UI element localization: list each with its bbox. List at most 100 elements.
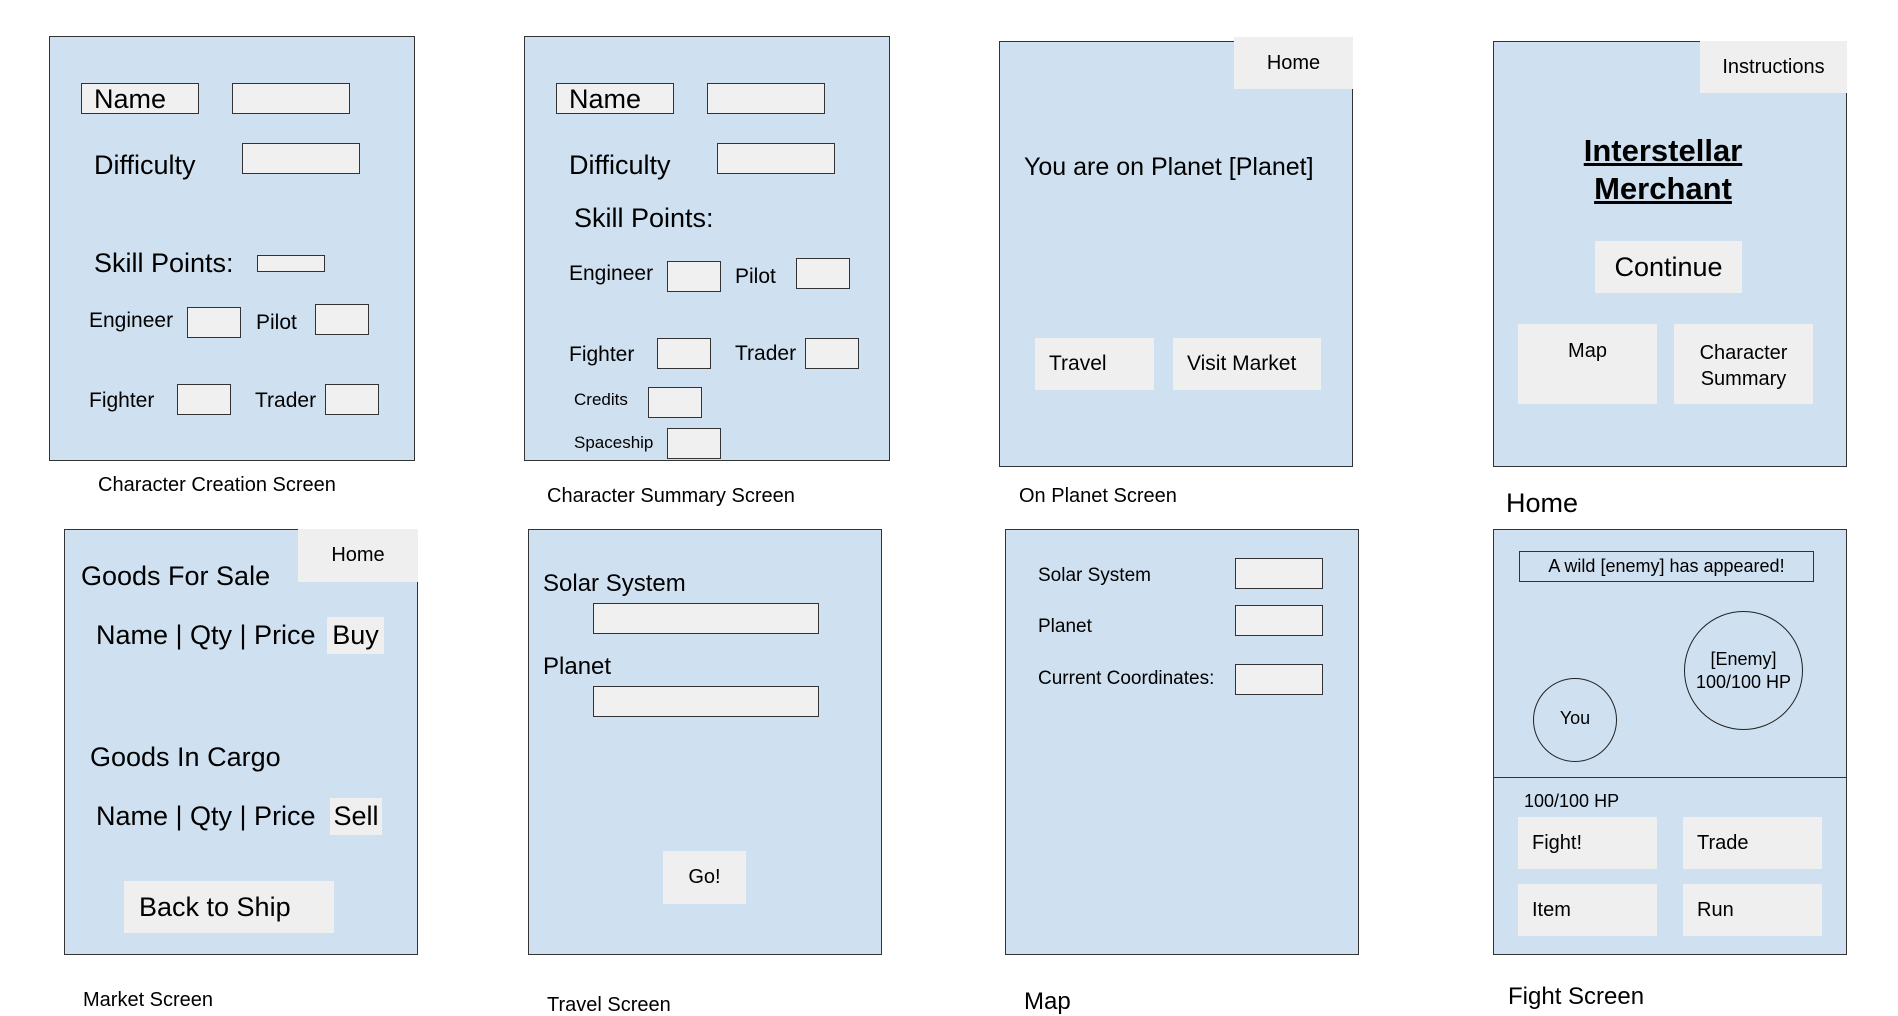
summary-name-field <box>707 83 825 114</box>
character-summary-line1: Character <box>1699 342 1788 364</box>
announcement-box: A wild [enemy] has appeared! <box>1519 551 1814 582</box>
fight-action-label: Fight! <box>1532 831 1583 854</box>
announcement-text: A wild [enemy] has appeared! <box>1548 556 1785 576</box>
map-solar-system-field <box>1235 558 1323 589</box>
game-title-line2: Merchant <box>1594 171 1732 206</box>
summary-trader-label: Trader <box>735 342 797 365</box>
character-summary-button[interactable]: Character Summary <box>1674 324 1813 404</box>
summary-spaceship-field <box>667 428 721 459</box>
trade-label: Trade <box>1697 831 1749 854</box>
summary-fighter-field <box>657 338 711 369</box>
buy-label: Buy <box>332 620 379 650</box>
item-label: Item <box>1532 898 1571 921</box>
run-label: Run <box>1697 898 1734 921</box>
fight-divider <box>1493 777 1847 778</box>
summary-pilot-field <box>796 258 850 289</box>
summary-difficulty-field <box>717 143 835 174</box>
run-button[interactable]: Run <box>1683 884 1822 936</box>
on-planet-panel <box>999 41 1353 467</box>
travel-solar-system-label: Solar System <box>543 570 686 597</box>
summary-name-label: Name <box>569 84 642 114</box>
go-label: Go! <box>688 866 721 888</box>
market-home-label: Home <box>331 544 385 566</box>
difficulty-field[interactable] <box>242 143 360 174</box>
item-button[interactable]: Item <box>1518 884 1657 936</box>
home-caption: Home <box>1506 488 1579 518</box>
trade-button[interactable]: Trade <box>1683 817 1822 869</box>
goods-in-cargo-heading: Goods In Cargo <box>90 742 281 772</box>
travel-button[interactable]: Travel <box>1035 338 1154 390</box>
map-planet-field <box>1235 605 1323 636</box>
planet-location-text: You are on Planet [Planet] <box>1024 153 1314 181</box>
sale-row: Name | Qty | Price <box>96 620 316 650</box>
trader-field[interactable] <box>325 384 379 415</box>
player-circle: You <box>1533 678 1617 762</box>
go-button[interactable]: Go! <box>663 851 746 904</box>
engineer-label: Engineer <box>89 309 174 332</box>
name-field[interactable] <box>232 83 350 114</box>
map-panel <box>1005 529 1359 955</box>
engineer-field[interactable] <box>187 307 241 338</box>
market-home-button[interactable]: Home <box>298 529 418 582</box>
planet-input[interactable] <box>593 686 819 717</box>
player-hp: 100/100 HP <box>1524 791 1620 811</box>
summary-skill-points-label: Skill Points: <box>574 203 714 233</box>
enemy-hp: 100/100 HP <box>1695 671 1792 692</box>
fighter-label: Fighter <box>89 389 155 412</box>
market-caption: Market Screen <box>83 989 214 1011</box>
skill-points-field[interactable] <box>257 255 325 272</box>
planet-home-label: Home <box>1266 51 1321 74</box>
summary-credits-field <box>648 387 702 418</box>
summary-spaceship-label: Spaceship <box>574 433 654 452</box>
instructions-label: Instructions <box>1722 55 1825 78</box>
enemy-name: [Enemy] <box>1710 648 1777 669</box>
map-caption: Map <box>1024 988 1071 1015</box>
sell-label: Sell <box>333 801 379 831</box>
game-title-line1: Interstellar <box>1583 133 1743 168</box>
map-button[interactable]: Map <box>1518 324 1657 404</box>
map-coordinates-label: Current Coordinates: <box>1038 668 1215 689</box>
map-label: Map <box>1568 340 1607 362</box>
instructions-button[interactable]: Instructions <box>1700 41 1847 93</box>
goods-for-sale-heading: Goods For Sale <box>81 561 271 591</box>
fighter-field[interactable] <box>177 384 231 415</box>
summary-engineer-label: Engineer <box>569 262 654 285</box>
map-coordinates-field <box>1235 664 1323 695</box>
sell-button[interactable]: Sell <box>330 798 382 835</box>
character-summary-caption: Character Summary Screen <box>547 485 795 507</box>
pilot-field[interactable] <box>315 304 369 335</box>
enemy-circle: [Enemy] 100/100 HP <box>1684 611 1803 730</box>
summary-trader-field <box>805 338 859 369</box>
buy-button[interactable]: Buy <box>327 617 384 654</box>
summary-pilot-label: Pilot <box>735 265 776 288</box>
visit-market-button[interactable]: Visit Market <box>1173 338 1321 390</box>
summary-difficulty-label: Difficulty <box>569 150 671 180</box>
back-to-ship-label: Back to Ship <box>139 891 291 922</box>
summary-engineer-field <box>667 261 721 292</box>
solar-system-input[interactable] <box>593 603 819 634</box>
name-label: Name <box>94 84 167 114</box>
game-title: Interstellar Merchant <box>1543 132 1783 208</box>
back-to-ship-button[interactable]: Back to Ship <box>124 881 334 933</box>
travel-label: Travel <box>1049 352 1107 375</box>
planet-home-button[interactable]: Home <box>1234 37 1353 89</box>
travel-planet-label: Planet <box>543 653 612 680</box>
character-summary-line2: Summary <box>1700 368 1787 390</box>
continue-label: Continue <box>1614 251 1723 282</box>
continue-button[interactable]: Continue <box>1595 241 1742 293</box>
character-creation-caption: Character Creation Screen <box>98 474 336 496</box>
fight-action-button[interactable]: Fight! <box>1518 817 1657 869</box>
on-planet-caption: On Planet Screen <box>1019 485 1177 507</box>
player-label: You <box>1559 707 1591 728</box>
visit-market-label: Visit Market <box>1187 352 1297 375</box>
map-solar-system-label: Solar System <box>1038 565 1151 586</box>
skill-points-label: Skill Points: <box>94 248 234 278</box>
pilot-label: Pilot <box>256 311 297 334</box>
travel-caption: Travel Screen <box>547 994 671 1016</box>
cargo-row: Name | Qty | Price <box>96 801 316 831</box>
map-planet-label: Planet <box>1038 616 1092 637</box>
trader-label: Trader <box>255 389 317 412</box>
summary-credits-label: Credits <box>574 390 628 409</box>
summary-fighter-label: Fighter <box>569 343 635 366</box>
difficulty-label: Difficulty <box>94 150 196 180</box>
